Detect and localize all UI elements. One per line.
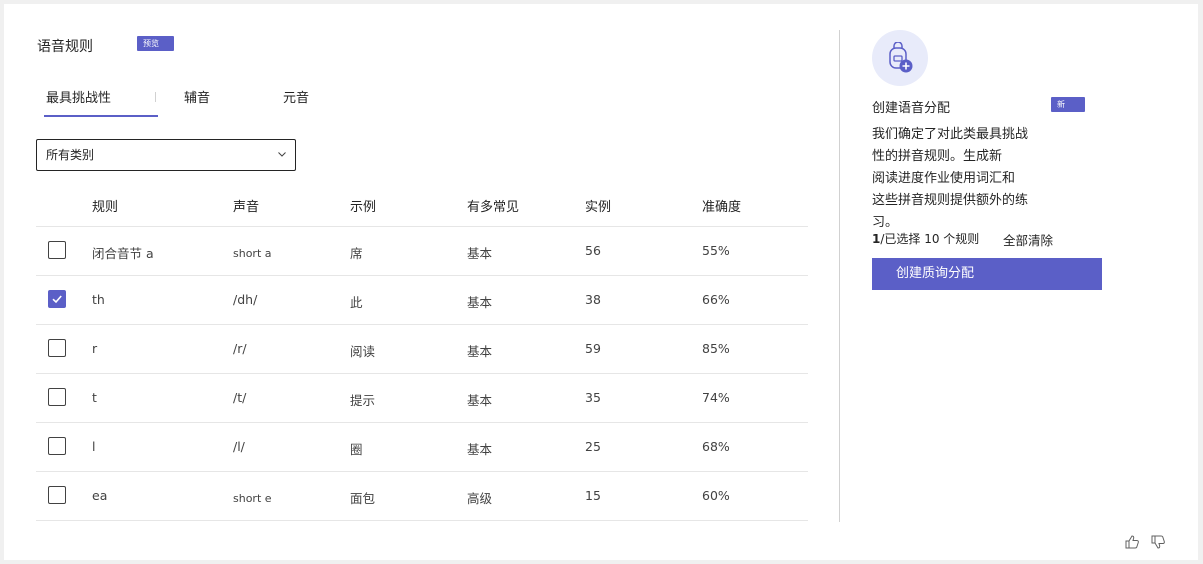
column-header-rule[interactable]: 规则 <box>92 196 118 215</box>
row-checkbox[interactable] <box>48 437 66 455</box>
frequency-cell: 基本 <box>467 442 493 457</box>
panel-description-line: 这些拼音规则提供额外的练习。 <box>872 193 1029 230</box>
tab-vowels[interactable]: 元音 <box>283 87 309 106</box>
thumbs-up-icon[interactable] <box>1124 534 1140 550</box>
sound-cell: short e <box>233 492 272 505</box>
tab-consonants[interactable]: 辅音 <box>184 87 210 106</box>
panel-description: 我们确定了对此类最具挑战 性的拼音规则。生成新 阅读进度作业使用词汇和 这些拼音… <box>872 124 1052 234</box>
example-cell: 此 <box>350 295 363 310</box>
frequency-cell: 基本 <box>467 344 493 359</box>
accuracy-cell: 60% <box>702 488 730 503</box>
column-header-frequency[interactable]: 有多常见 <box>467 196 519 215</box>
active-tab-indicator <box>44 115 158 117</box>
instances-cell: 59 <box>585 341 601 356</box>
table-header: 规则 声音 示例 有多常见 实例 准确度 <box>36 194 808 227</box>
rule-cell: th <box>92 292 105 307</box>
table-row[interactable]: r /r/ 阅读 基本 59 85% <box>36 325 808 374</box>
selected-text: /已选择 10 个规则 <box>880 232 980 246</box>
frequency-cell: 基本 <box>467 246 493 261</box>
phonics-rules-card: 语音规则 预览 最具挑战性 辅音 元音 所有类别 规则 声音 示例 有多常见 实… <box>4 4 1198 560</box>
row-checkbox[interactable] <box>48 486 66 504</box>
checkmark-icon <box>52 295 62 304</box>
backpack-add-icon-container <box>872 30 928 86</box>
frequency-cell: 基本 <box>467 295 493 310</box>
accuracy-cell: 74% <box>702 390 730 405</box>
example-cell: 面包 <box>350 491 376 506</box>
backpack-add-icon <box>889 42 913 73</box>
selection-status: 1/已选择 10 个规则 <box>872 230 979 247</box>
sound-cell: short a <box>233 247 272 260</box>
category-filter-dropdown[interactable]: 所有类别 <box>36 139 296 171</box>
new-badge: 新 <box>1051 97 1085 112</box>
accuracy-cell: 66% <box>702 292 730 307</box>
rule-cell: 闭合音节 a <box>92 246 154 261</box>
instances-cell: 35 <box>585 390 601 405</box>
sound-cell: /t/ <box>233 390 247 405</box>
table-row[interactable]: th /dh/ 此 基本 38 66% <box>36 276 808 325</box>
panel-description-line: 我们确定了对此类最具挑战 <box>872 127 1029 142</box>
frequency-cell: 高级 <box>467 491 493 506</box>
row-checkbox[interactable] <box>48 339 66 357</box>
column-header-example[interactable]: 示例 <box>350 196 376 215</box>
tab-separator <box>155 92 156 102</box>
chevron-down-icon <box>278 152 286 157</box>
preview-badge: 预览 <box>137 36 174 51</box>
tab-most-challenging[interactable]: 最具挑战性 <box>46 87 111 106</box>
sound-cell: /l/ <box>233 439 245 454</box>
panel-divider <box>839 30 840 522</box>
panel-title: 创建语音分配 <box>872 101 951 116</box>
panel-description-line: 性的拼音规则。生成新 <box>872 149 1003 164</box>
rule-cell: ea <box>92 488 108 503</box>
column-header-instances[interactable]: 实例 <box>585 196 611 215</box>
instances-cell: 56 <box>585 243 601 258</box>
example-cell: 席 <box>350 246 363 261</box>
row-checkbox-checked[interactable] <box>48 290 66 308</box>
thumbs-down-icon[interactable] <box>1150 534 1166 550</box>
table-row[interactable]: t /t/ 提示 基本 35 74% <box>36 374 808 423</box>
rule-cell: l <box>92 439 96 454</box>
accuracy-cell: 68% <box>702 439 730 454</box>
example-cell: 圈 <box>350 442 363 457</box>
example-cell: 阅读 <box>350 344 376 359</box>
sound-cell: /r/ <box>233 341 247 356</box>
instances-cell: 15 <box>585 488 601 503</box>
instances-cell: 25 <box>585 439 601 454</box>
frequency-cell: 基本 <box>467 393 493 408</box>
row-checkbox[interactable] <box>48 241 66 259</box>
panel-description-line: 阅读进度作业使用词汇和 <box>872 171 1016 186</box>
accuracy-cell: 55% <box>702 243 730 258</box>
create-challenge-assignment-button[interactable]: 创建质询分配 <box>872 258 1102 290</box>
row-checkbox[interactable] <box>48 388 66 406</box>
accuracy-cell: 85% <box>702 341 730 356</box>
category-filter-value: 所有类别 <box>46 148 95 162</box>
sound-cell: /dh/ <box>233 292 258 307</box>
table-row[interactable]: 闭合音节 a short a 席 基本 56 55% <box>36 227 808 276</box>
page-title: 语音规则 <box>37 39 93 55</box>
example-cell: 提示 <box>350 393 376 408</box>
table-row[interactable]: l /l/ 圈 基本 25 68% <box>36 423 808 472</box>
instances-cell: 38 <box>585 292 601 307</box>
rule-cell: r <box>92 341 98 356</box>
rule-cell: t <box>92 390 97 405</box>
column-header-accuracy[interactable]: 准确度 <box>702 196 741 215</box>
column-header-sound[interactable]: 声音 <box>233 196 259 215</box>
clear-all-button[interactable]: 全部清除 <box>1003 230 1053 249</box>
table-row[interactable]: ea short e 面包 高级 15 60% <box>36 472 808 521</box>
